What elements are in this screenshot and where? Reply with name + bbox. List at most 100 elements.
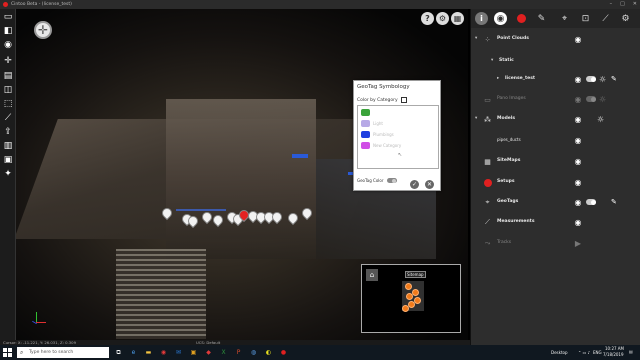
desktop-label[interactable]: Desktop [551, 350, 568, 355]
edit-icon[interactable]: ✎ [611, 198, 617, 206]
category-item[interactable]: Plumbings [361, 131, 394, 138]
minimize-icon[interactable]: – [610, 1, 613, 7]
excel-icon[interactable]: X [218, 347, 229, 358]
tree-row-tracks[interactable]: ⤳ Tracks ▶ [471, 237, 640, 251]
chevron-right-icon[interactable]: ▸ [497, 76, 499, 81]
markup-icon[interactable]: ✎ [535, 12, 548, 25]
geotag-color-toggle[interactable] [386, 178, 397, 183]
minimap-toggle-icon[interactable]: ⌂ [366, 269, 378, 281]
tree-row-point-clouds[interactable]: ▾ ⁘ Point Clouds ◉ [471, 33, 640, 47]
chevron-down-icon[interactable]: ▾ [475, 36, 477, 41]
edge-icon[interactable]: e [128, 347, 139, 358]
play-icon[interactable]: ▶ [573, 239, 583, 248]
category-swatch[interactable] [361, 120, 370, 127]
tree-row-measurements[interactable]: ⟋ Measurements ◉ [471, 216, 640, 230]
cintoo-icon[interactable]: ● [278, 347, 289, 358]
minimap-setup-marker[interactable] [414, 297, 421, 304]
lighting-icon[interactable]: ☼ [599, 95, 606, 104]
minimap[interactable]: ⌂ Sitemap [361, 264, 461, 333]
tree-row-geotags[interactable]: ⌖ GeoTags ◉ ✎ [471, 196, 640, 210]
taskbar-search[interactable]: ⌕ Type here to search [17, 347, 109, 358]
layers-icon[interactable]: ▤ [3, 71, 13, 81]
eye-icon[interactable]: ◉ [573, 136, 583, 145]
edit-icon[interactable]: ✎ [611, 75, 617, 83]
grid-icon[interactable]: ▦ [451, 12, 464, 25]
eye-icon[interactable]: ◉ [573, 75, 583, 84]
geotag-pin[interactable] [202, 212, 210, 223]
minimap-setup-marker[interactable] [405, 283, 412, 290]
chrome-icon[interactable]: ◉ [158, 347, 169, 358]
settings-tab-icon[interactable]: ⚙ [619, 12, 632, 25]
folder-icon[interactable]: ▭ [3, 12, 13, 22]
geotag-pin[interactable] [272, 212, 280, 223]
maximize-icon[interactable]: □ [620, 1, 625, 7]
geotag-pin[interactable] [288, 213, 296, 224]
close-icon[interactable]: ✕ [633, 1, 637, 7]
tray-icons[interactable]: ⌃ ▭ ♪ [578, 350, 590, 355]
app-icon[interactable]: ◍ [248, 347, 259, 358]
lighting-icon[interactable]: ☼ [597, 115, 604, 124]
snapshot-icon[interactable]: ⊡ [579, 12, 592, 25]
eye-icon[interactable]: ◉ [573, 35, 583, 44]
category-swatch[interactable] [361, 109, 370, 116]
notification-icon[interactable]: ▤ [629, 349, 633, 354]
eye-icon[interactable]: ◉ [573, 157, 583, 166]
cancel-button[interactable]: ✕ [425, 180, 434, 189]
navigation-compass[interactable]: ✛ [34, 21, 52, 39]
chevron-down-icon[interactable]: ▾ [475, 116, 477, 121]
measure-icon[interactable]: ✛ [3, 56, 13, 66]
minimap-setup-marker[interactable] [402, 305, 409, 312]
eye-icon[interactable]: ◉ [3, 40, 13, 50]
tree-row-sitemaps[interactable]: ▦ SiteMaps ◉ [471, 155, 640, 169]
split-view-icon[interactable]: ◧ [3, 26, 13, 36]
eye-icon[interactable]: ◉ [573, 218, 583, 227]
settings-icon[interactable]: ⚙ [436, 12, 449, 25]
category-swatch[interactable] [361, 131, 370, 138]
tree-row-pano-images[interactable]: ▭ Pano Images ◉ ☼ [471, 93, 640, 107]
tree-row-static[interactable]: ▾ Static [471, 55, 640, 69]
section-icon[interactable]: ▥ [3, 141, 13, 151]
language-indicator[interactable]: ENG [593, 350, 602, 355]
clock-time[interactable]: 10:27 AM [605, 346, 624, 351]
geotag-pin[interactable] [188, 216, 196, 227]
chevron-down-icon[interactable]: ▾ [491, 58, 493, 63]
geotag-pin-selected[interactable] [239, 210, 247, 221]
confirm-button[interactable]: ✓ [410, 180, 419, 189]
camera-icon[interactable]: ▣ [3, 155, 13, 165]
geotag-pin[interactable] [302, 208, 310, 219]
app-icon[interactable]: ◐ [263, 347, 274, 358]
upload-icon[interactable]: ⇪ [3, 127, 13, 137]
puzzle-icon[interactable]: ✦ [3, 169, 13, 179]
visibility-toggle[interactable] [586, 96, 596, 102]
measure-tab-icon[interactable]: ⟋ [599, 12, 612, 25]
outlook-icon[interactable]: ✉ [173, 347, 184, 358]
clock-date[interactable]: 7/18/2019 [603, 352, 624, 357]
app-icon[interactable]: ◆ [203, 347, 214, 358]
visibility-toggle[interactable] [586, 76, 596, 82]
tree-row-setups[interactable]: Setups ◉ [471, 176, 640, 190]
geotag-pin[interactable] [162, 208, 170, 219]
powerpoint-icon[interactable]: P [233, 347, 244, 358]
ruler-icon[interactable]: ⟋ [3, 113, 13, 123]
help-icon[interactable]: ? [421, 12, 434, 25]
category-item[interactable]: New Category [361, 142, 401, 149]
eye-icon[interactable]: ◉ [573, 95, 583, 104]
eye-icon[interactable]: ◉ [573, 178, 583, 187]
cube-icon[interactable]: ◫ [3, 85, 13, 95]
tree-row-pipes-ducts[interactable]: pipes_ducts ◉ [471, 134, 640, 148]
record-icon[interactable] [515, 12, 528, 25]
eye-icon[interactable]: ◉ [573, 115, 583, 124]
pin-icon[interactable]: ⌖ [558, 12, 571, 25]
category-item[interactable]: Light [361, 120, 383, 127]
category-item[interactable] [361, 109, 373, 116]
file-explorer-icon[interactable]: ▬ [143, 347, 154, 358]
tree-row-models[interactable]: ▾ ⁂ Models ◉ ☼ [471, 113, 640, 127]
color-by-category-checkbox[interactable] [400, 97, 407, 103]
app-icon[interactable]: ▣ [188, 347, 199, 358]
minimap-setup-marker[interactable] [412, 289, 419, 296]
view-tab-icon[interactable]: ◉ [494, 12, 507, 25]
visibility-toggle[interactable] [586, 199, 596, 205]
minimap-setup-marker[interactable] [408, 301, 415, 308]
info-icon[interactable]: i [475, 12, 488, 25]
minimap-setup-marker[interactable] [406, 293, 413, 300]
